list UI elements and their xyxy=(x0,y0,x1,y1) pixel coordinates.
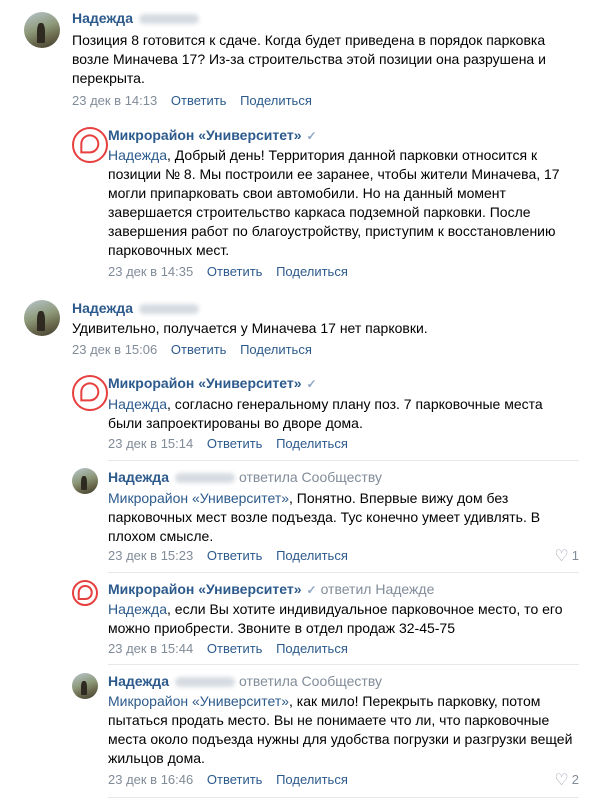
author-name[interactable]: Надежда ответила Сообществу xyxy=(108,469,382,485)
avatar[interactable] xyxy=(72,468,98,494)
comment-meta: 23 дек в 14:13 Ответить Поделиться xyxy=(72,93,312,108)
verified-icon: ✓ xyxy=(306,377,317,391)
comment-date[interactable]: 23 дек в 14:35 xyxy=(108,264,193,279)
mention-link[interactable]: Микрорайон «Университет» xyxy=(108,490,289,506)
comment-date[interactable]: 23 дек в 15:06 xyxy=(72,342,157,357)
comment-text: Надежда, если Вы хотите индивидуальное п… xyxy=(108,601,563,636)
author-name[interactable]: Микрорайон «Университет» ✓ xyxy=(108,127,317,143)
avatar[interactable] xyxy=(24,12,60,48)
comment-date[interactable]: 23 дек в 15:23 xyxy=(108,548,193,563)
comment-text: Микрорайон «Университет», как мило! Пере… xyxy=(108,693,573,766)
reply-to-label[interactable]: ответила Сообществу xyxy=(239,673,382,689)
like-button[interactable]: ♡ 1 xyxy=(554,546,579,566)
heart-icon: ♡ xyxy=(554,548,569,565)
comment-meta: 23 дек в 14:35 Ответить Поделиться xyxy=(108,264,348,279)
divider xyxy=(108,460,579,461)
location-pin-icon xyxy=(77,584,93,600)
share-button[interactable]: Поделиться xyxy=(276,548,348,563)
comment-meta: 23 дек в 15:44 Ответить Поделиться xyxy=(108,641,348,656)
author-name[interactable]: Надежда ответила Сообществу xyxy=(108,673,382,689)
comment-meta: 23 дек в 15:23 Ответить Поделиться xyxy=(108,548,348,563)
blurred-surname xyxy=(138,14,199,25)
share-button[interactable]: Поделиться xyxy=(276,264,348,279)
comment-text: Микрорайон «Университет», Понятно. Вперв… xyxy=(108,490,541,544)
reply-button[interactable]: Ответить xyxy=(207,548,263,563)
location-pin-icon xyxy=(80,382,100,402)
reply-to-label[interactable]: ответила Сообществу xyxy=(239,469,382,485)
share-button[interactable]: Поделиться xyxy=(276,641,348,656)
avatar[interactable] xyxy=(72,673,98,699)
like-count: 2 xyxy=(571,772,579,787)
author-name[interactable]: Микрорайон «Университет» ✓ xyxy=(108,375,317,391)
blurred-surname xyxy=(174,473,235,484)
comment-date[interactable]: 23 дек в 16:46 xyxy=(108,772,193,787)
comment-meta: 23 дек в 15:06 Ответить Поделиться xyxy=(72,342,312,357)
comment-text: Удивительно, получается у Миначева 17 не… xyxy=(72,320,428,336)
comment-meta: 23 дек в 15:14 Ответить Поделиться xyxy=(108,436,348,451)
divider xyxy=(108,572,579,573)
avatar[interactable] xyxy=(72,580,98,606)
verified-icon: ✓ xyxy=(306,583,317,597)
share-button[interactable]: Поделиться xyxy=(240,93,312,108)
avatar[interactable] xyxy=(24,300,60,336)
comments-thread: Надежда Позиция 8 готовится к сдаче. Ког… xyxy=(0,0,601,805)
reply-button[interactable]: Ответить xyxy=(207,641,263,656)
reply-button[interactable]: Ответить xyxy=(207,264,263,279)
verified-icon: ✓ xyxy=(306,129,317,143)
author-name[interactable]: Надежда xyxy=(72,300,199,316)
divider xyxy=(108,797,579,798)
author-name[interactable]: Микрорайон «Университет» ✓ ответил Надежде xyxy=(108,581,434,597)
comment-text: Позиция 8 готовится к сдаче. Когда будет… xyxy=(72,32,546,86)
reply-button[interactable]: Ответить xyxy=(171,342,227,357)
like-count: 1 xyxy=(571,548,579,563)
blurred-surname xyxy=(138,304,199,315)
mention-link[interactable]: Надежда xyxy=(108,601,167,617)
blurred-surname xyxy=(174,677,235,688)
share-button[interactable]: Поделиться xyxy=(276,772,348,787)
reply-button[interactable]: Ответить xyxy=(207,436,263,451)
comment-text: Надежда, Добрый день! Территория данной … xyxy=(108,147,560,258)
comment-meta: 23 дек в 16:46 Ответить Поделиться xyxy=(108,772,348,787)
like-button[interactable]: ♡ 2 xyxy=(554,770,579,790)
reply-button[interactable]: Ответить xyxy=(171,93,227,108)
comment-date[interactable]: 23 дек в 14:13 xyxy=(72,93,157,108)
share-button[interactable]: Поделиться xyxy=(276,436,348,451)
avatar[interactable] xyxy=(72,375,108,411)
share-button[interactable]: Поделиться xyxy=(240,342,312,357)
heart-icon: ♡ xyxy=(554,772,569,789)
comment-date[interactable]: 23 дек в 15:44 xyxy=(108,641,193,656)
location-pin-icon xyxy=(80,134,100,154)
mention-link[interactable]: Микрорайон «Университет» xyxy=(108,693,289,709)
comment-date[interactable]: 23 дек в 15:14 xyxy=(108,436,193,451)
comment-text: Надежда, согласно генеральному плану поз… xyxy=(108,396,543,431)
avatar[interactable] xyxy=(72,127,108,163)
author-name[interactable]: Надежда xyxy=(72,10,199,26)
mention-link[interactable]: Надежда xyxy=(108,396,167,412)
reply-to-label[interactable]: ответил Надежде xyxy=(321,581,435,597)
divider xyxy=(108,664,579,665)
mention-link[interactable]: Надежда xyxy=(108,147,167,163)
reply-button[interactable]: Ответить xyxy=(207,772,263,787)
